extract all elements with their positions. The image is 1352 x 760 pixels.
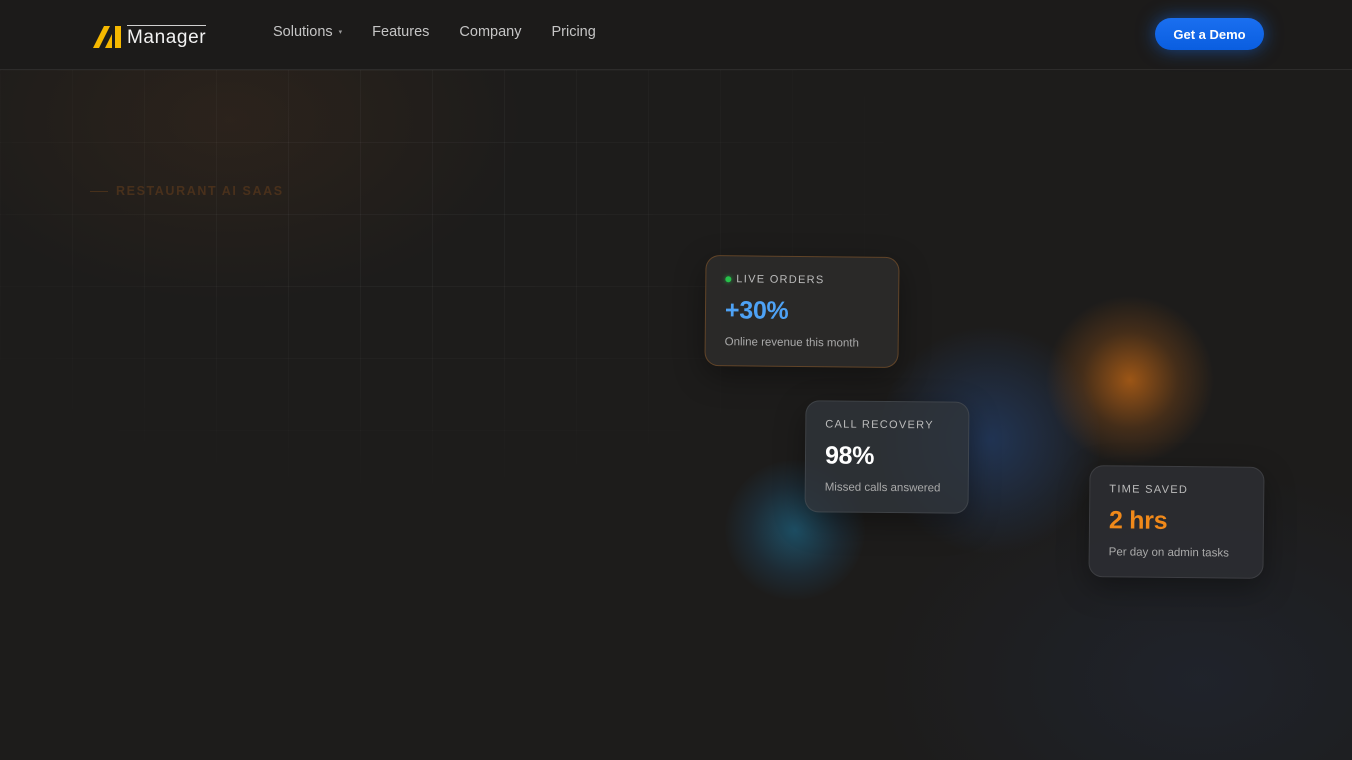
nav-pricing-label: Pricing xyxy=(551,24,596,40)
nav-features[interactable]: Features xyxy=(372,24,429,40)
time-saved-value: 2 hrs xyxy=(1108,506,1168,535)
live-orders-label: LIVE ORDERS xyxy=(736,273,825,287)
nav-solutions[interactable]: Solutions ▾ xyxy=(273,24,342,40)
background-grid xyxy=(0,70,1352,760)
eyebrow-text: RESTAURANT AI SAAS xyxy=(116,184,284,198)
live-orders-card: LIVE ORDERS +30% Online revenue this mon… xyxy=(704,254,900,369)
time-saved-label: TIME SAVED xyxy=(1109,483,1189,497)
nav-company[interactable]: Company xyxy=(459,24,521,40)
site-header: Manager Solutions ▾ Features Company Pri… xyxy=(0,0,1352,70)
nav-solutions-label: Solutions xyxy=(273,24,333,40)
time-saved-card: TIME SAVED 2 hrs Per day on admin tasks xyxy=(1088,465,1265,579)
live-orders-description: Online revenue this month xyxy=(724,336,859,350)
live-orders-label-row: LIVE ORDERS xyxy=(725,273,825,287)
chevron-down-icon: ▾ xyxy=(338,29,343,36)
logo[interactable]: Manager xyxy=(93,22,207,48)
call-recovery-label: CALL RECOVERY xyxy=(825,418,934,432)
call-recovery-value: 98% xyxy=(824,441,875,470)
hero-eyebrow: RESTAURANT AI SAAS xyxy=(90,184,284,198)
eyebrow-divider xyxy=(90,190,108,192)
call-recovery-card: CALL RECOVERY 98% Missed calls answered xyxy=(804,400,970,514)
page: Manager Solutions ▾ Features Company Pri… xyxy=(0,0,1352,760)
nav-features-label: Features xyxy=(372,24,430,40)
live-status-dot-icon xyxy=(725,276,732,283)
main-nav: Solutions ▾ Features Company Pricing xyxy=(273,24,596,40)
nav-pricing[interactable]: Pricing xyxy=(551,24,595,40)
nav-company-label: Company xyxy=(459,24,522,40)
time-saved-description: Per day on admin tasks xyxy=(1108,546,1229,560)
get-demo-button[interactable]: Get a Demo xyxy=(1155,18,1264,50)
call-recovery-description: Missed calls answered xyxy=(824,481,941,495)
logo-wordmark: Manager xyxy=(127,25,207,48)
live-orders-value: +30% xyxy=(724,296,789,325)
ai-logo-mark-icon xyxy=(93,26,123,48)
